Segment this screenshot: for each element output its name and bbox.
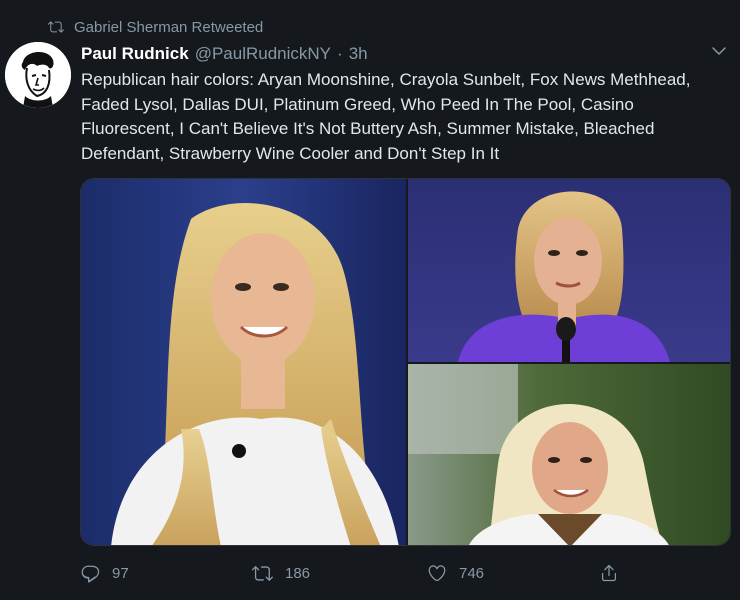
header-separator: · [337, 44, 343, 63]
author-handle[interactable]: @PaulRudnickNY [195, 44, 331, 64]
tweet-header: Paul Rudnick @PaulRudnickNY · 3h [81, 42, 368, 66]
retweet-button[interactable]: 186 [252, 558, 310, 588]
heart-icon [427, 563, 447, 583]
retweet-count: 186 [285, 564, 311, 582]
media-photo-1[interactable] [81, 179, 406, 545]
tweet-text: Republican hair colors: Aryan Moonshine,… [81, 70, 691, 163]
retweet-icon [48, 19, 64, 35]
retweet-banner: Gabriel Sherman Retweeted [48, 16, 263, 38]
retweet-banner-text[interactable]: Gabriel Sherman Retweeted [74, 19, 263, 36]
tweet-actions: 97 186 746 [80, 558, 640, 588]
reply-icon [80, 563, 100, 583]
share-icon [599, 563, 619, 583]
reply-count: 97 [112, 564, 129, 582]
like-count: 746 [459, 564, 485, 582]
author-display-name[interactable]: Paul Rudnick [81, 44, 189, 64]
reply-button[interactable]: 97 [80, 558, 129, 588]
share-button[interactable] [599, 558, 619, 588]
chevron-down-icon[interactable] [708, 40, 730, 62]
retweet-icon [252, 563, 273, 584]
media-photo-3[interactable] [408, 364, 730, 545]
avatar[interactable] [5, 42, 71, 108]
tweet-media[interactable] [80, 178, 731, 546]
media-photo-2[interactable] [408, 179, 730, 362]
like-button[interactable]: 746 [427, 558, 484, 588]
tweet-timestamp[interactable]: 3h [349, 44, 368, 64]
